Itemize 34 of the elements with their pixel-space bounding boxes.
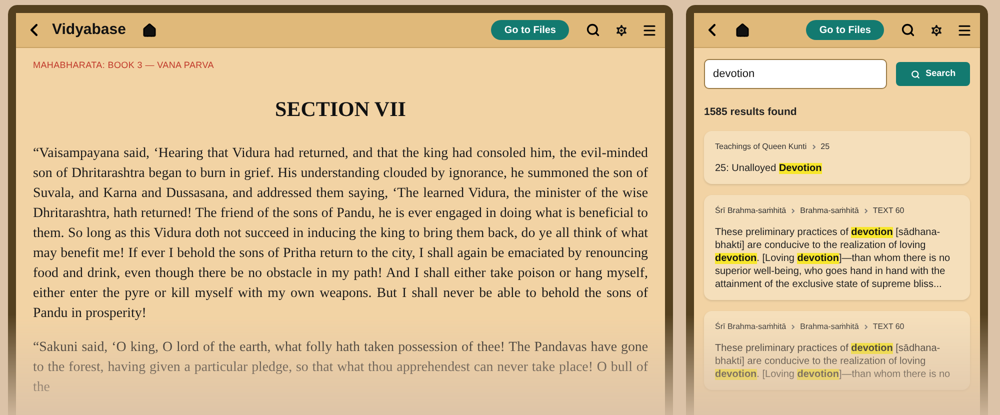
book-paragraph: “Vaisampayana said, ‘Hearing that Vidura had returned, and that the king had consoled him, the evil-minded son of Dhritarashtra began to burn in grief. His understanding clouded by ignorance, he summoned the son of Suvala, and Karna and Dussasana, and addressed them saying, ‘The learned Vidura, the minister of the wise Dhritarashtra, hath returned! The friend of the sons of Pandu, he is ever engaged in doing what is beneficial to them. So long as this Vidura doth not succeed in inducing the king to bring them back, do ye all think of what may benefit me! If ever I behold the sons of Pritha return to the city, I shall again be emaciated by renouncing food and drink, even though there be no obstacle in my path! And I shall either take poison or hang myself, either enter the pyre or kill myself with my own weapons. But I shall never be able to behold the sons of Pandu in prosperity! — [33, 145, 648, 323]
result-snippet: These preliminary practices of devotion [sādhana-bhakti] are conducive to the realization of loving devotion. [Loving devotion]—than whom there is no superior well-being, who goes hand in hand with the attainment of the exclusive state of supreme bliss... — [715, 226, 952, 291]
section-heading: SECTION VII — [274, 96, 407, 122]
chevron-icon — [812, 144, 816, 150]
breadcrumb-item[interactable]: Śrī Brahma-saṁhitā — [715, 204, 786, 217]
results-count: 1585 results found — [704, 105, 798, 120]
go-to-files-button[interactable]: Go to Files — [491, 20, 569, 40]
breadcrumb-item[interactable]: 25 — [820, 140, 830, 153]
search-icon[interactable] — [585, 22, 601, 38]
search-button[interactable]: Search — [896, 62, 970, 86]
breadcrumb-item[interactable]: Teachings of Queen Kunti — [715, 140, 807, 153]
result-snippet: These preliminary practices of devotion [sādhana-bhakti] are conducive to the realization of loving devotion. [Loving devotion]—than whom there is no — [715, 342, 952, 381]
result-card[interactable]: Teachings of Queen Kunti 25 25: Unalloyed Devotion — [704, 130, 970, 184]
home-icon[interactable] — [142, 22, 158, 38]
breadcrumb-item[interactable]: Brahma-saṁhitā — [800, 320, 859, 333]
app-title: Vidyabase — [52, 20, 126, 40]
breadcrumb-item[interactable]: Śrī Brahma-saṁhitā — [715, 320, 786, 333]
book-paragraph: “Sakuni said, ‘O king, O lord of the earth, what folly hath taken possession of thee! The Pandavas have gone to the forest, having given a particular pledge, so that what thou apprehendest can never take place! O bull of the — [33, 339, 648, 397]
breadcrumb-item[interactable]: Brahma-saṁhitā — [800, 204, 859, 217]
search-icon — [910, 70, 920, 78]
breadcrumb-item[interactable]: TEXT 60 — [872, 320, 904, 333]
search-field[interactable]: devotion — [704, 59, 888, 89]
chevron-icon — [791, 324, 796, 330]
result-card[interactable] — [704, 194, 970, 300]
result-card[interactable]: Śrī Brahma-saṁhitā Brahma-saṁhitā TEXT 60 These preliminary practices of devotion [sādhana-bhakti] are conducive to the realization of loving devotion. [Loving devotion]—than whom there is no — [704, 310, 970, 390]
chevron-icon — [864, 208, 868, 214]
result-snippet: 25: Unalloyed Devotion — [715, 162, 823, 175]
home-icon[interactable] — [734, 22, 750, 38]
breadcrumb-item[interactable]: TEXT 60 — [872, 204, 904, 217]
chevron-icon — [791, 208, 796, 214]
book-breadcrumb[interactable]: MAHABHARATA: BOOK 3 — VANA PARVA — [33, 59, 648, 72]
search-icon[interactable] — [900, 22, 916, 38]
go-to-files-button[interactable]: Go to Files — [806, 20, 884, 40]
chevron-icon — [864, 324, 868, 330]
